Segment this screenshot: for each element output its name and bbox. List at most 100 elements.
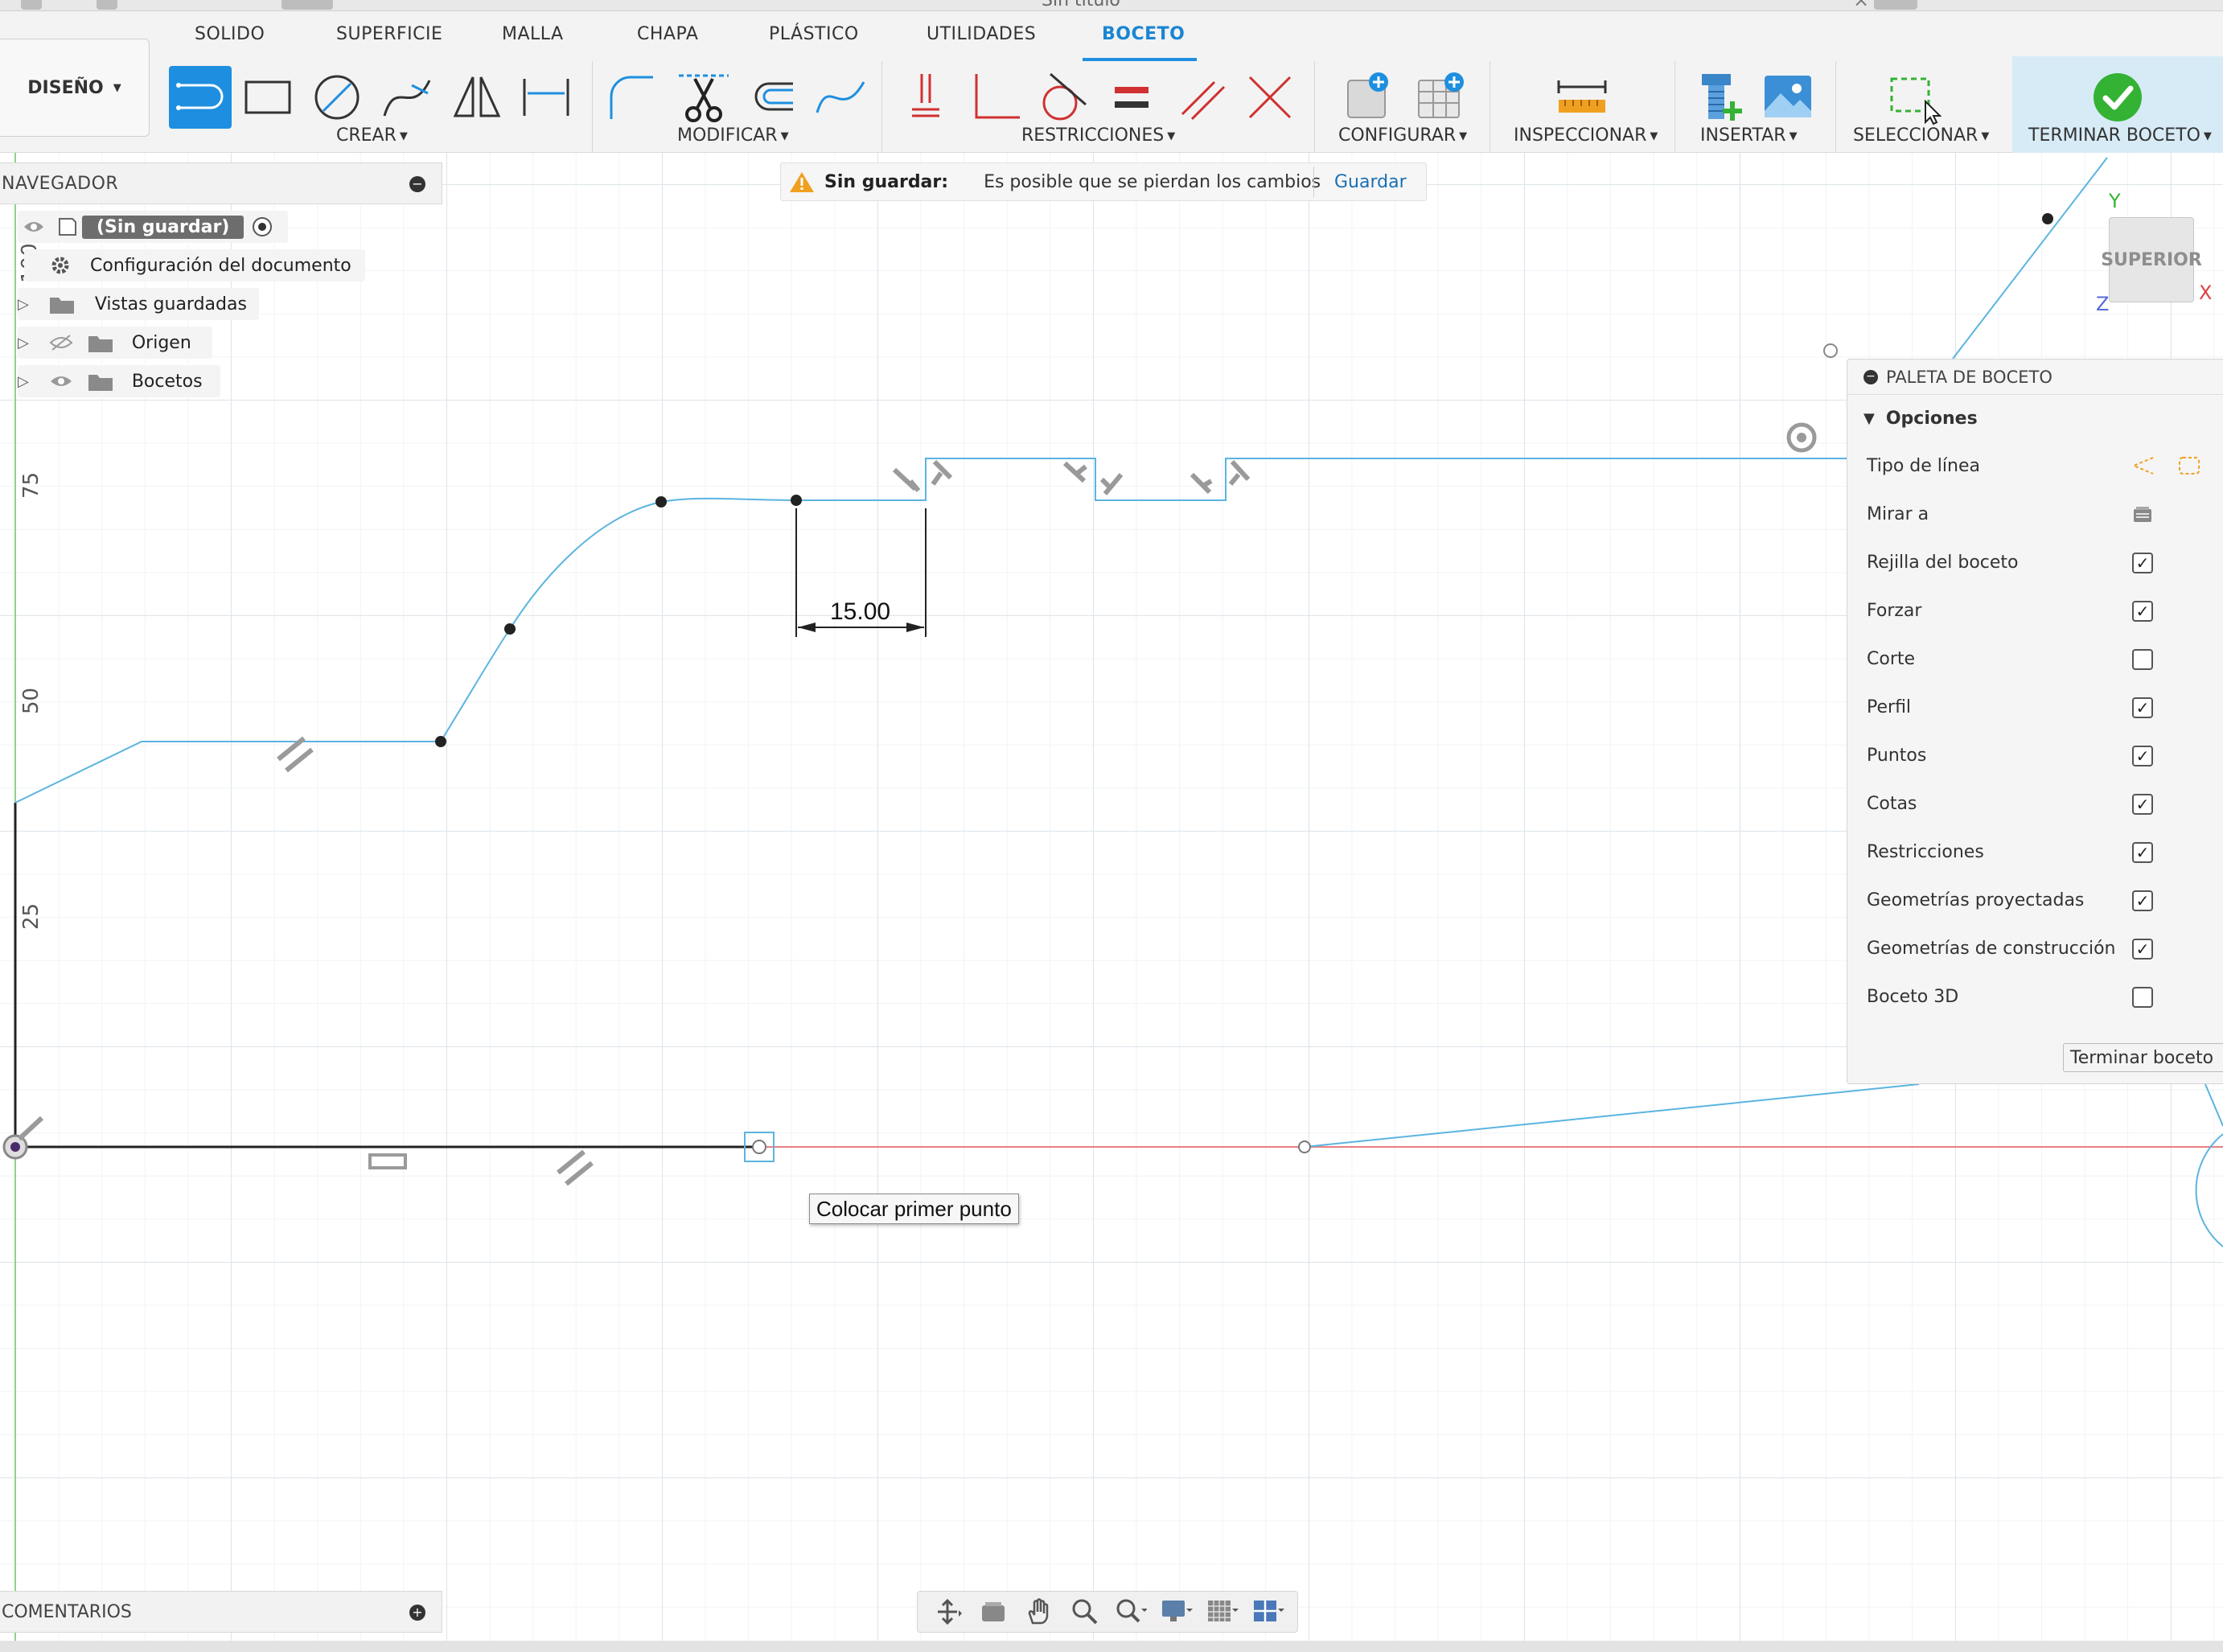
grid-settings-button[interactable]	[1202, 1596, 1243, 1628]
window-control-icon[interactable]	[97, 0, 117, 10]
browser-root-item[interactable]: (Sin guardar)	[18, 211, 288, 243]
close-tab-icon[interactable]: ×	[1853, 0, 1869, 10]
open-point[interactable]	[1298, 1140, 1311, 1153]
group-seleccionar[interactable]: SELECCIONAR ▼	[1853, 125, 1989, 146]
construction-line-icon[interactable]	[2131, 454, 2156, 477]
sketch-point[interactable]	[655, 496, 667, 508]
eye-icon[interactable]	[23, 217, 45, 236]
horizontal-constraint-glyph[interactable]	[368, 1153, 407, 1169]
new-tab-icon[interactable]	[1874, 0, 1917, 10]
expand-triangle-icon[interactable]: ▷	[18, 335, 29, 351]
view-cube[interactable]: SUPERIOR	[2101, 217, 2202, 302]
tab-solido[interactable]: SOLIDO	[195, 24, 265, 44]
diagonal-sketch-line[interactable]	[1952, 157, 2108, 360]
line-tool-button[interactable]	[169, 66, 232, 129]
design-workspace-dropdown[interactable]: DISEÑO ▼	[0, 39, 150, 137]
fillet-tool-button[interactable]	[600, 66, 663, 129]
tab-plastico[interactable]: PLÁSTICO	[769, 24, 859, 44]
tab-superficie[interactable]: SUPERFICIE	[336, 24, 442, 44]
change-parameters-button[interactable]	[1338, 66, 1401, 129]
browser-item-origin[interactable]: ▷ Origen	[18, 327, 212, 359]
sketch-point[interactable]	[2042, 213, 2053, 224]
browser-item-saved-views[interactable]: ▷ Vistas guardadas	[18, 288, 259, 320]
viewports-button[interactable]	[1248, 1596, 1288, 1628]
look-at-button[interactable]	[973, 1596, 1013, 1628]
finish-sketch-button[interactable]	[2086, 66, 2149, 129]
checkbox-projected-geometries[interactable]: ✓	[2132, 890, 2153, 911]
home-icon[interactable]	[281, 0, 333, 10]
mirror-tool-button[interactable]	[446, 66, 508, 129]
collinear-constraint-button[interactable]	[1239, 66, 1301, 129]
eye-icon[interactable]	[48, 371, 74, 392]
constraint-glyphs[interactable]	[17, 459, 1251, 1186]
tab-utilidades[interactable]: UTILIDADES	[927, 24, 1036, 44]
checkbox-construction-geometries[interactable]: ✓	[2132, 939, 2153, 960]
lower-sketch-line[interactable]	[1304, 1083, 1920, 1148]
save-link[interactable]: Guardar	[1334, 172, 1407, 192]
sketch-point[interactable]	[435, 736, 446, 747]
tab-boceto[interactable]: BOCETO	[1102, 24, 1185, 44]
arc-line[interactable]	[2205, 1083, 2223, 1127]
insert-canvas-button[interactable]	[1757, 66, 1819, 129]
display-settings-button[interactable]	[1157, 1596, 1197, 1628]
checkbox-profile[interactable]: ✓	[2132, 697, 2153, 718]
pan-button[interactable]	[1019, 1596, 1059, 1628]
fix-constraint-glyph[interactable]	[1786, 422, 1817, 453]
hidden-eye-icon[interactable]	[48, 332, 74, 353]
checkbox-sketch-grid[interactable]: ✓	[2132, 553, 2153, 573]
active-radio-icon[interactable]	[252, 216, 273, 237]
group-terminar-boceto[interactable]: TERMINAR BOCETO ▼	[2028, 125, 2212, 146]
comments-panel[interactable]: COMENTARIOS +	[0, 1591, 442, 1633]
group-restricciones[interactable]: RESTRICCIONES ▼	[1021, 125, 1175, 146]
navigator-header[interactable]: NAVEGADOR −	[0, 162, 442, 204]
insert-mcmaster-button[interactable]	[1689, 66, 1752, 129]
equal-constraint-button[interactable]	[1100, 66, 1163, 129]
sketch-curve-tool-button[interactable]	[809, 66, 872, 129]
browser-item-sketches[interactable]: ▷ Bocetos	[18, 365, 220, 397]
orbit-button[interactable]	[927, 1596, 968, 1628]
circle-tool-button[interactable]	[306, 66, 368, 129]
offset-tool-button[interactable]	[740, 66, 803, 129]
coincident-constraint-button[interactable]	[894, 66, 957, 129]
checkbox-3d-sketch[interactable]	[2132, 987, 2153, 1008]
browser-item-document-settings[interactable]: Configuración del documento	[24, 249, 365, 281]
tangent-constraint-button[interactable]	[1031, 66, 1094, 129]
group-inspeccionar[interactable]: INSPECCIONAR ▼	[1514, 125, 1658, 146]
zoom-window-button[interactable]	[1111, 1596, 1151, 1628]
group-modificar[interactable]: MODIFICAR ▼	[677, 125, 789, 146]
perpendicular-constraint-button[interactable]	[964, 66, 1026, 129]
checkbox-slice[interactable]	[2132, 649, 2153, 670]
group-crear[interactable]: CREAR ▼	[336, 125, 408, 146]
measure-tool-button[interactable]	[1551, 66, 1613, 129]
dimension-tool-button[interactable]	[515, 66, 577, 129]
circle-arc[interactable]	[2195, 1133, 2223, 1247]
configure-table-button[interactable]	[1409, 66, 1472, 129]
select-tool-button[interactable]	[1882, 66, 1945, 129]
centerline-icon[interactable]	[2177, 454, 2201, 477]
palette-finish-sketch-button[interactable]: Terminar boceto	[2063, 1043, 2223, 1072]
cursor-point[interactable]	[752, 1140, 766, 1154]
checkbox-dimensions[interactable]: ✓	[2132, 794, 2153, 815]
rectangle-tool-button[interactable]	[236, 66, 299, 129]
checkbox-snap[interactable]: ✓	[2132, 601, 2153, 622]
window-control-icon[interactable]	[21, 0, 42, 10]
tab-chapa[interactable]: CHAPA	[637, 24, 698, 44]
zoom-button[interactable]	[1065, 1596, 1105, 1628]
sketch-point[interactable]	[504, 623, 516, 635]
parallel-constraint-button[interactable]	[1171, 66, 1234, 129]
dimension-value[interactable]: 15.00	[830, 598, 890, 626]
group-configurar[interactable]: CONFIGURAR ▼	[1338, 125, 1467, 146]
spline-tool-button[interactable]	[376, 66, 439, 129]
look-at-icon[interactable]	[2132, 504, 2153, 525]
palette-header[interactable]: − PALETA DE BOCETO	[1847, 360, 2223, 395]
open-point[interactable]	[1823, 343, 1838, 358]
expand-icon[interactable]: +	[409, 1605, 425, 1621]
palette-options-section[interactable]: ▼ Opciones	[1847, 395, 2223, 442]
tab-malla[interactable]: MALLA	[502, 24, 564, 44]
expand-triangle-icon[interactable]: ▷	[18, 296, 29, 313]
collapse-icon[interactable]: −	[409, 176, 425, 192]
sketch-point[interactable]	[791, 495, 802, 506]
collapse-icon[interactable]: −	[1863, 369, 1878, 384]
checkbox-constraints[interactable]: ✓	[2132, 842, 2153, 863]
group-insertar[interactable]: INSERTAR ▼	[1700, 125, 1798, 146]
